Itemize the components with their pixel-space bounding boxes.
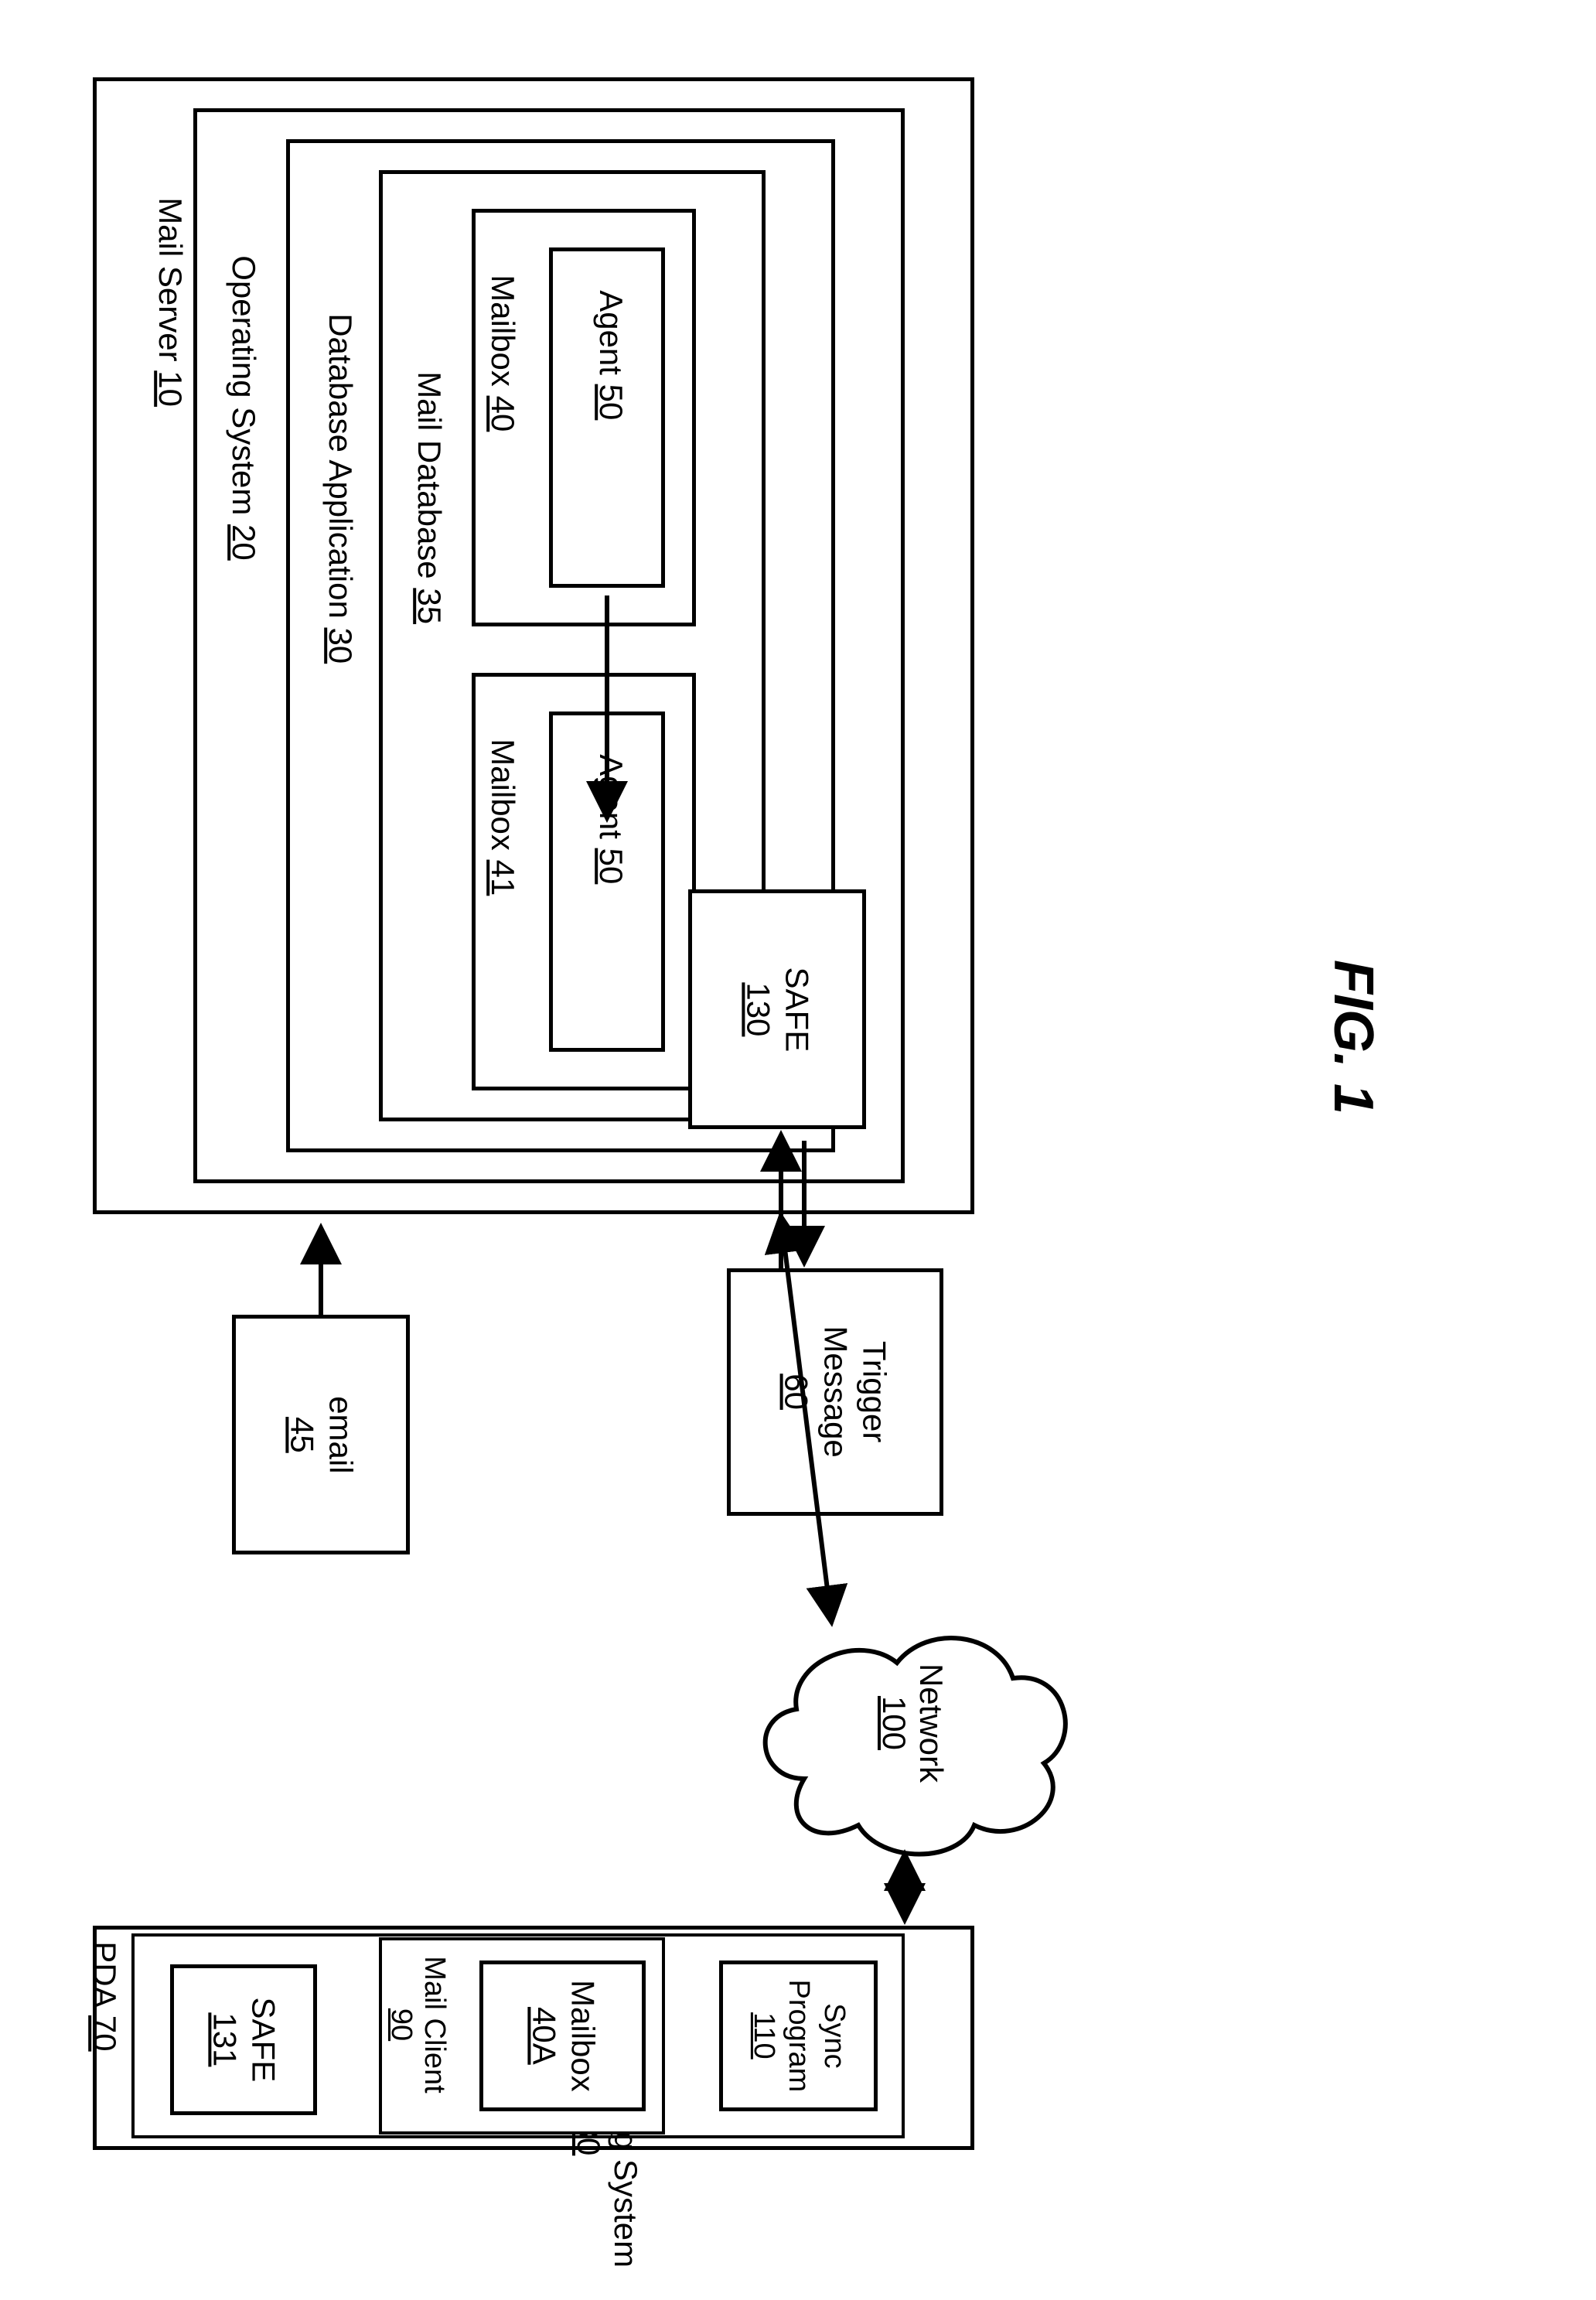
network-label: Network100 [875, 1653, 950, 1793]
os-server-label: Operating System 20 [226, 255, 262, 561]
sync-box: Sync Program110 [719, 1960, 878, 2111]
safe131-label: SAFE131 [205, 1971, 283, 2110]
agent50a-label: Agent 50 [593, 290, 629, 420]
mail-db-label: Mail Database 35 [411, 371, 448, 624]
sync-label: Sync Program110 [745, 1960, 851, 2111]
mailbox40a-label: Mailbox40A [523, 1959, 602, 2114]
safe131-box: SAFE131 [170, 1964, 317, 2115]
trigger-label: Trigger Message60 [776, 1288, 893, 1496]
email-box: email45 [232, 1315, 410, 1554]
agent50b-label: Agent 50 [593, 754, 629, 884]
trigger-box: Trigger Message60 [727, 1268, 943, 1516]
mailbox40a-box: Mailbox40A [479, 1960, 646, 2111]
mailbox41-label: Mailbox 41 [485, 739, 521, 896]
agent50a-box: Agent 50 [549, 247, 665, 588]
safe130-box: SAFE130 [688, 889, 866, 1129]
mail-server-label: Mail Server 10 [152, 197, 189, 407]
safe130-label: SAFE130 [738, 924, 817, 1094]
figure-caption: FIG. 1 [1321, 960, 1385, 1192]
agent50b-box: Agent 50 [549, 711, 665, 1052]
mail-client-label: Mail Client90 [384, 1932, 451, 2117]
pda-label: PDA 70 [87, 1941, 123, 2051]
db-app-label: Database Application 30 [322, 313, 359, 664]
mailbox40-label: Mailbox 40 [485, 275, 521, 432]
email-label: email45 [282, 1350, 360, 1520]
